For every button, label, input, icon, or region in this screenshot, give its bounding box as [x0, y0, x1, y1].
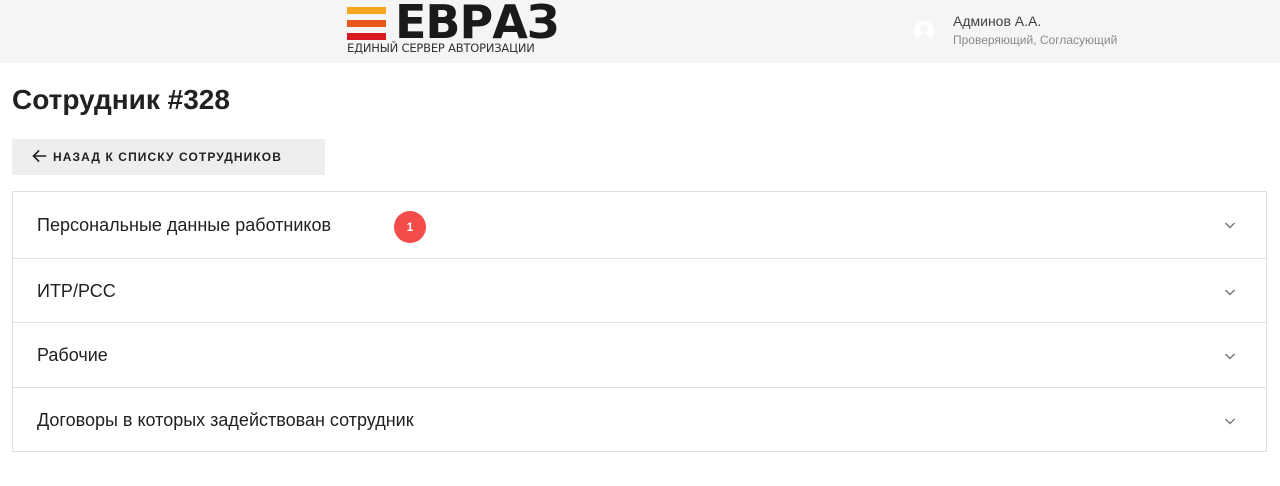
logo-subtitle: ЕДИНЫЙ СЕРВЕР АВТОРИЗАЦИИ [347, 41, 535, 55]
panel-workers[interactable]: Рабочие [13, 322, 1266, 387]
chevron-down-icon[interactable] [1221, 412, 1239, 430]
notification-badge: 1 [394, 211, 426, 243]
logo-stripes-icon [347, 7, 386, 40]
chevron-down-icon[interactable] [1221, 283, 1239, 301]
logo-stripe-red [347, 33, 386, 40]
account-circle-icon [914, 21, 934, 41]
back-to-employees-button[interactable]: НАЗАД К СПИСКУ СОТРУДНИКОВ [12, 139, 325, 175]
user-name: Админов А.А. [953, 13, 1042, 29]
logo-stripe-yellow [347, 7, 386, 14]
panel-label: Персональные данные работников [37, 215, 332, 235]
panel-contracts[interactable]: Договоры в которых задействован сотрудни… [13, 387, 1266, 452]
arrow-left-icon [32, 149, 47, 163]
user-menu[interactable]: Админов А.А. Проверяющий, Согласующий [914, 12, 1214, 52]
panel-label: Рабочие [37, 345, 108, 365]
evraz-logo[interactable]: ЕВРАЗ ЕДИНЫЙ СЕРВЕР АВТОРИЗАЦИИ [347, 0, 572, 60]
employee-accordion: Персональные данные работников 1 ИТР/РСС… [12, 191, 1267, 452]
top-bar: ЕВРАЗ ЕДИНЫЙ СЕРВЕР АВТОРИЗАЦИИ Админов … [0, 0, 1280, 63]
back-button-label: НАЗАД К СПИСКУ СОТРУДНИКОВ [53, 150, 283, 164]
user-roles: Проверяющий, Согласующий [953, 33, 1118, 47]
logo-stripe-orange [347, 20, 386, 27]
panel-itr-rss[interactable]: ИТР/РСС [13, 258, 1266, 323]
panel-label: Договоры в которых задействован сотрудни… [37, 410, 414, 430]
chevron-down-icon[interactable] [1221, 216, 1239, 234]
panel-label: ИТР/РСС [37, 281, 116, 301]
chevron-down-icon[interactable] [1221, 347, 1239, 365]
panel-personal-data[interactable]: Персональные данные работников 1 [13, 192, 1266, 258]
page-title: Сотрудник #328 [12, 84, 230, 115]
